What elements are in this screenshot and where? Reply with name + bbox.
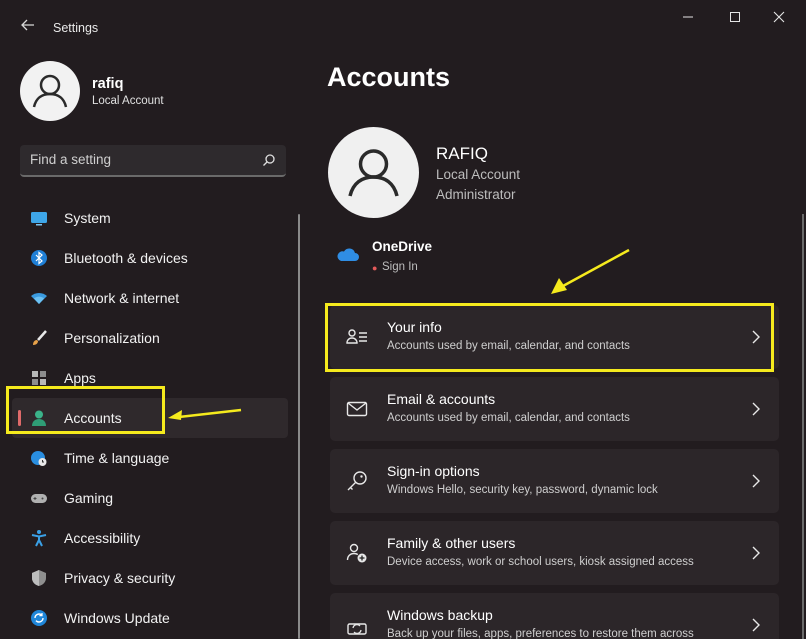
- update-icon: [30, 609, 48, 627]
- key-icon: [346, 470, 368, 492]
- maximize-icon[interactable]: [724, 10, 746, 30]
- onedrive-sign-in-link[interactable]: Sign In: [382, 261, 418, 273]
- annotation-arrow: [551, 248, 630, 294]
- backup-icon: [346, 614, 368, 636]
- shield-icon: [30, 569, 48, 587]
- title-bar: Settings: [0, 0, 806, 56]
- chevron-right-icon: [751, 401, 761, 417]
- sidebar-item-network[interactable]: Network & internet: [12, 278, 288, 318]
- sidebar-item-label: System: [64, 210, 111, 226]
- your-info-highlight-box: [325, 303, 774, 372]
- sidebar-scrollbar[interactable]: [298, 214, 300, 639]
- profile-avatar[interactable]: [20, 61, 80, 121]
- sidebar-item-label: Windows Update: [64, 610, 170, 626]
- bluetooth-icon: [30, 249, 48, 267]
- accessibility-icon: [30, 529, 48, 547]
- sidebar-item-time-language[interactable]: Time & language: [12, 438, 288, 478]
- card-subtitle: Back up your files, apps, preferences to…: [387, 628, 694, 639]
- app-title: Settings: [53, 21, 99, 35]
- sidebar-item-system[interactable]: System: [12, 198, 288, 238]
- chevron-right-icon: [751, 545, 761, 561]
- sidebar-item-label: Network & internet: [64, 290, 180, 306]
- sidebar-item-label: Accessibility: [64, 530, 141, 546]
- sign-in-options-card[interactable]: Sign-in options Windows Hello, security …: [330, 449, 779, 513]
- page-title: Accounts: [327, 62, 451, 92]
- sidebar-item-gaming[interactable]: Gaming: [12, 478, 288, 518]
- person-avatar-icon: [348, 149, 399, 197]
- user-avatar[interactable]: [328, 127, 419, 218]
- chevron-right-icon: [751, 473, 761, 489]
- card-subtitle: Windows Hello, security key, password, d…: [387, 484, 658, 496]
- accounts-highlight-box: [6, 386, 165, 434]
- sidebar-item-bluetooth[interactable]: Bluetooth & devices: [12, 238, 288, 278]
- sidebar-item-privacy[interactable]: Privacy & security: [12, 558, 288, 598]
- back-arrow-icon[interactable]: [18, 18, 38, 38]
- email-accounts-card[interactable]: Email & accounts Accounts used by email,…: [330, 377, 779, 441]
- card-title: Windows backup: [387, 607, 493, 623]
- sidebar-item-label: Personalization: [64, 330, 160, 346]
- main-scrollbar[interactable]: [802, 214, 804, 639]
- card-title: Sign-in options: [387, 463, 480, 479]
- sidebar-item-label: Time & language: [64, 450, 170, 466]
- card-title: Email & accounts: [387, 391, 496, 407]
- family-other-users-card[interactable]: Family & other users Device access, work…: [330, 521, 779, 585]
- onedrive-cloud-icon[interactable]: [335, 246, 359, 262]
- mail-icon: [346, 398, 368, 420]
- user-name: RAFIQ: [436, 144, 488, 163]
- minimize-icon[interactable]: [677, 10, 699, 30]
- people-add-icon: [346, 542, 368, 564]
- sidebar-item-personalization[interactable]: Personalization: [12, 318, 288, 358]
- search-box[interactable]: [20, 145, 286, 177]
- card-subtitle: Device access, work or school users, kio…: [387, 556, 694, 568]
- sidebar-item-windows-update[interactable]: Windows Update: [12, 598, 288, 638]
- gamepad-icon: [30, 489, 48, 507]
- annotation-arrow: [168, 408, 242, 420]
- wifi-icon: [30, 289, 48, 307]
- profile-account-type: Local Account: [92, 95, 164, 107]
- brush-icon: [30, 329, 48, 347]
- search-icon[interactable]: [262, 153, 276, 167]
- profile-name: rafiq: [92, 76, 124, 92]
- sidebar-item-label: Gaming: [64, 490, 114, 506]
- sidebar-item-label: Apps: [64, 370, 96, 386]
- sidebar-item-label: Bluetooth & devices: [64, 250, 188, 266]
- user-account-type: Local Account: [436, 167, 521, 182]
- globe-clock-icon: [30, 449, 48, 467]
- card-title: Family & other users: [387, 535, 516, 551]
- card-subtitle: Accounts used by email, calendar, and co…: [387, 412, 630, 424]
- settings-window: Settings rafiq Local Account System: [0, 0, 806, 639]
- sidebar-item-label: Privacy & security: [64, 570, 176, 586]
- close-icon[interactable]: [768, 10, 790, 30]
- chevron-right-icon: [751, 617, 761, 633]
- sidebar-item-accessibility[interactable]: Accessibility: [12, 518, 288, 558]
- monitor-icon: [30, 209, 48, 227]
- person-avatar-icon: [32, 74, 68, 108]
- status-dot-icon: ●: [372, 263, 378, 273]
- onedrive-title[interactable]: OneDrive: [372, 239, 432, 254]
- apps-icon: [30, 369, 48, 387]
- search-input[interactable]: [30, 152, 250, 167]
- windows-backup-card[interactable]: Windows backup Back up your files, apps,…: [330, 593, 779, 639]
- user-role: Administrator: [436, 187, 516, 202]
